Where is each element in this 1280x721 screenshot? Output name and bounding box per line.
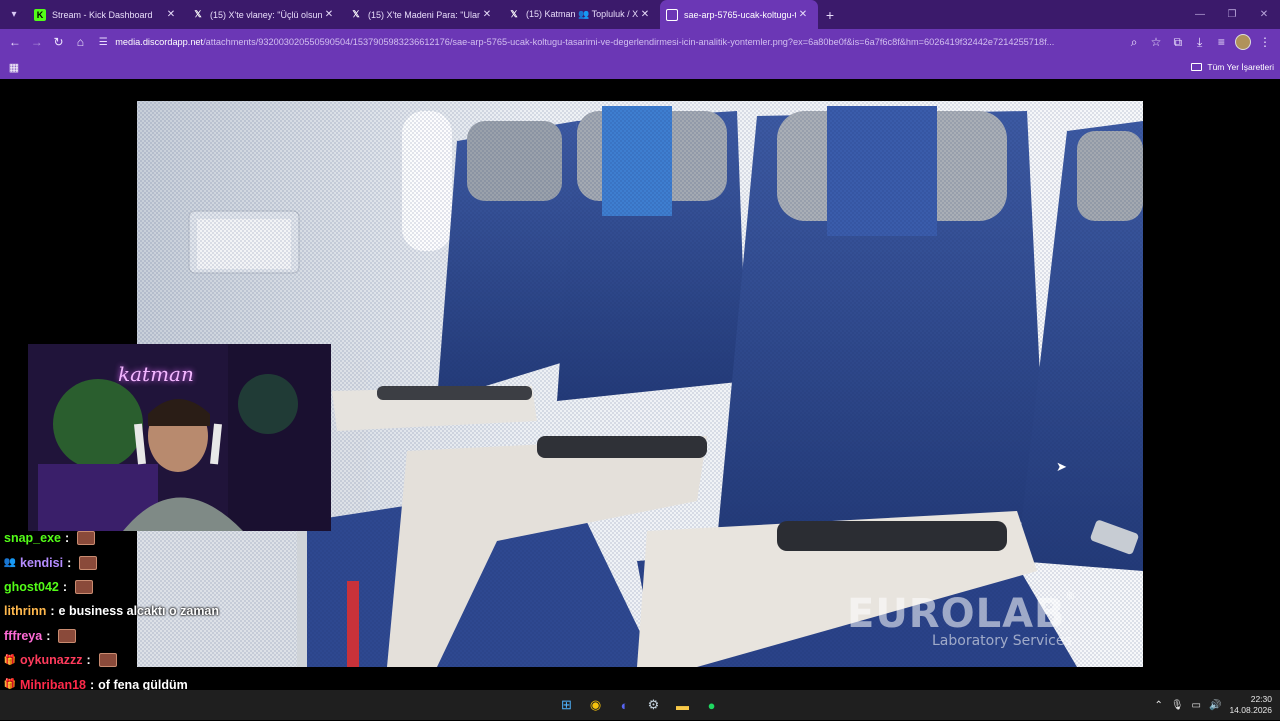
all-bookmarks-button[interactable]: Tüm Yer İşaretleri <box>1191 62 1274 72</box>
chrome-icon[interactable]: ◉ <box>584 694 607 717</box>
bookmarks-bar: ▦ Tüm Yer İşaretleri <box>0 55 1280 79</box>
chat-separator: : <box>86 653 91 668</box>
chat-badge-icon: 🎁 <box>3 654 17 666</box>
chat-separator: : <box>64 531 70 546</box>
steam-icon[interactable]: ⚙ <box>642 694 665 717</box>
url-host: media.discordapp.net <box>115 37 204 47</box>
apps-grid-icon[interactable]: ▦ <box>6 59 22 75</box>
download-icon[interactable]: ⤓ <box>1189 30 1211 54</box>
eurolab-watermark: EUROLAB® Laboratory Services <box>847 591 1076 649</box>
browser-toolbar: ← → ↻ ⌂ ☰ media.discordapp.net/attachmen… <box>0 29 1280 55</box>
x-icon: 𝕏 <box>352 9 360 19</box>
windows-start-icon[interactable]: ⊞ <box>555 694 578 717</box>
zoom-icon[interactable]: ⌕ <box>1123 30 1145 54</box>
close-icon[interactable]: ✕ <box>796 9 810 20</box>
clock-time: 22:30 <box>1250 694 1272 704</box>
chat-emote-icon <box>98 653 117 668</box>
system-clock[interactable]: 22:30 14.08.2026 <box>1229 694 1272 716</box>
folder-icon <box>1191 63 1203 71</box>
bookmark-star-icon[interactable]: ☆ <box>1145 30 1167 54</box>
menu-kebab-icon[interactable]: ⋮ <box>1254 30 1276 54</box>
chat-text: e business alcaktı o zaman <box>58 604 220 619</box>
chat-badge-icon: 👥 <box>3 557 17 569</box>
chat-separator: : <box>50 604 55 619</box>
home-icon[interactable]: ⌂ <box>69 30 91 54</box>
site-info-icon[interactable]: ☰ <box>95 37 111 48</box>
discord-taskbar-icon[interactable]: ◐ <box>613 694 636 717</box>
chat-username[interactable]: fffreya <box>4 629 42 643</box>
close-icon[interactable]: ✕ <box>164 9 178 20</box>
display-icon[interactable]: ▭ <box>1192 700 1201 711</box>
chat-message: ghost042 : <box>0 575 330 599</box>
tab-kick-dashboard[interactable]: K Stream - Kick Dashboard ✕ <box>28 0 186 29</box>
forward-icon[interactable]: → <box>26 30 48 54</box>
minimize-icon[interactable]: — <box>1184 0 1216 29</box>
watermark-brand: EUROLAB <box>847 591 1066 637</box>
file-explorer-icon[interactable]: ▬ <box>671 694 694 717</box>
chat-emote-icon <box>75 579 94 594</box>
chat-message: lithrinn :e business alcaktı o zaman <box>0 599 330 623</box>
tab-x-katman-topluluk[interactable]: 𝕏 (15) Katman 👥 Topluluk / X ✕ <box>502 0 660 29</box>
tab-title: Stream - Kick Dashboard <box>52 9 153 20</box>
chat-message: 👥 kendisi : <box>0 550 330 574</box>
tab-x-madeni-para[interactable]: 𝕏 (15) X'te Madeni Para: "Ulan Şi ✕ <box>344 0 502 29</box>
spotify-icon[interactable]: ● <box>700 694 723 717</box>
close-icon[interactable]: ✕ <box>480 9 494 20</box>
window-controls: — ❐ ✕ <box>1184 0 1280 29</box>
chat-username[interactable]: lithrinn <box>4 604 46 618</box>
new-tab-button[interactable]: + <box>818 7 842 23</box>
system-tray: ⌃ 🎙 ▭ 🔊 22:30 14.08.2026 <box>1154 690 1272 720</box>
tab-discord-image[interactable]: sae-arp-5765-ucak-koltugu-tas ✕ <box>660 0 818 29</box>
url-path: /attachments/932003020550590504/15379059… <box>203 37 1055 47</box>
tab-title: (15) X'te Madeni Para: "Ulan Şi <box>368 9 480 20</box>
window-close-icon[interactable]: ✕ <box>1248 0 1280 29</box>
chat-separator: : <box>46 628 51 643</box>
chat-message: snap_exe : <box>0 526 330 550</box>
chat-message: fffreya : <box>0 624 330 648</box>
tab-title: sae-arp-5765-ucak-koltugu-tas <box>684 9 796 20</box>
tab-title: (15) X'te vlaney: "Üçlü olsun gü <box>210 9 322 20</box>
chat-separator: : <box>62 579 68 594</box>
chat-badge-icon: 🎁 <box>3 679 17 691</box>
tab-strip: ▾ K Stream - Kick Dashboard ✕ 𝕏 (15) X't… <box>0 0 1280 29</box>
reload-icon[interactable]: ↻ <box>48 30 70 54</box>
media-control-icon[interactable]: ≡ <box>1211 30 1233 54</box>
all-bookmarks-label: Tüm Yer İşaretleri <box>1207 62 1274 72</box>
chat-username[interactable]: oykunazzz <box>20 653 83 667</box>
tab-title: (15) Katman 👥 Topluluk / X <box>526 9 638 19</box>
tab-search-chevron-icon[interactable]: ▾ <box>0 0 28 29</box>
chat-username[interactable]: snap_exe <box>4 531 61 545</box>
profile-avatar[interactable] <box>1232 30 1254 54</box>
chat-message: 🎁 oykunazzz : <box>0 648 330 672</box>
microphone-icon[interactable]: 🎙 <box>1171 700 1184 711</box>
watermark-subtitle: Laboratory Services <box>932 633 1072 649</box>
restore-icon[interactable]: ❐ <box>1216 0 1248 29</box>
taskbar-apps: ⊞ ◉ ◐ ⚙ ▬ ● <box>555 690 723 720</box>
back-icon[interactable]: ← <box>4 30 26 54</box>
x-icon: 𝕏 <box>194 9 202 19</box>
volume-icon[interactable]: 🔊 <box>1209 700 1221 711</box>
mouse-cursor-icon: ➤ <box>1056 459 1067 474</box>
address-bar[interactable]: ☰ media.discordapp.net/attachments/93200… <box>95 31 1123 53</box>
clock-date: 14.08.2026 <box>1229 705 1272 715</box>
windows-taskbar: ⊞ ◉ ◐ ⚙ ▬ ● ⌃ 🎙 ▭ 🔊 22:30 14.08.2026 <box>0 690 1280 720</box>
tab-x-vlaney[interactable]: 𝕏 (15) X'te vlaney: "Üçlü olsun gü ✕ <box>186 0 344 29</box>
close-icon[interactable]: ✕ <box>638 9 652 20</box>
chat-emote-icon <box>77 531 96 546</box>
chat-emote-icon <box>58 628 77 643</box>
streamer-webcam: katman <box>28 344 331 531</box>
extensions-icon[interactable]: ⧉ <box>1167 30 1189 54</box>
tray-chevron-icon[interactable]: ⌃ <box>1154 700 1162 711</box>
chat-separator: : <box>67 555 72 570</box>
kick-icon: K <box>34 8 46 21</box>
chat-username[interactable]: kendisi <box>20 556 63 570</box>
x-icon: 𝕏 <box>510 9 518 19</box>
watermark-registered: ® <box>1065 591 1076 602</box>
close-icon[interactable]: ✕ <box>322 9 336 20</box>
chat-emote-icon <box>79 555 98 570</box>
discord-icon <box>666 8 678 21</box>
chat-username[interactable]: ghost042 <box>4 580 59 594</box>
neon-sign: katman <box>118 362 194 386</box>
